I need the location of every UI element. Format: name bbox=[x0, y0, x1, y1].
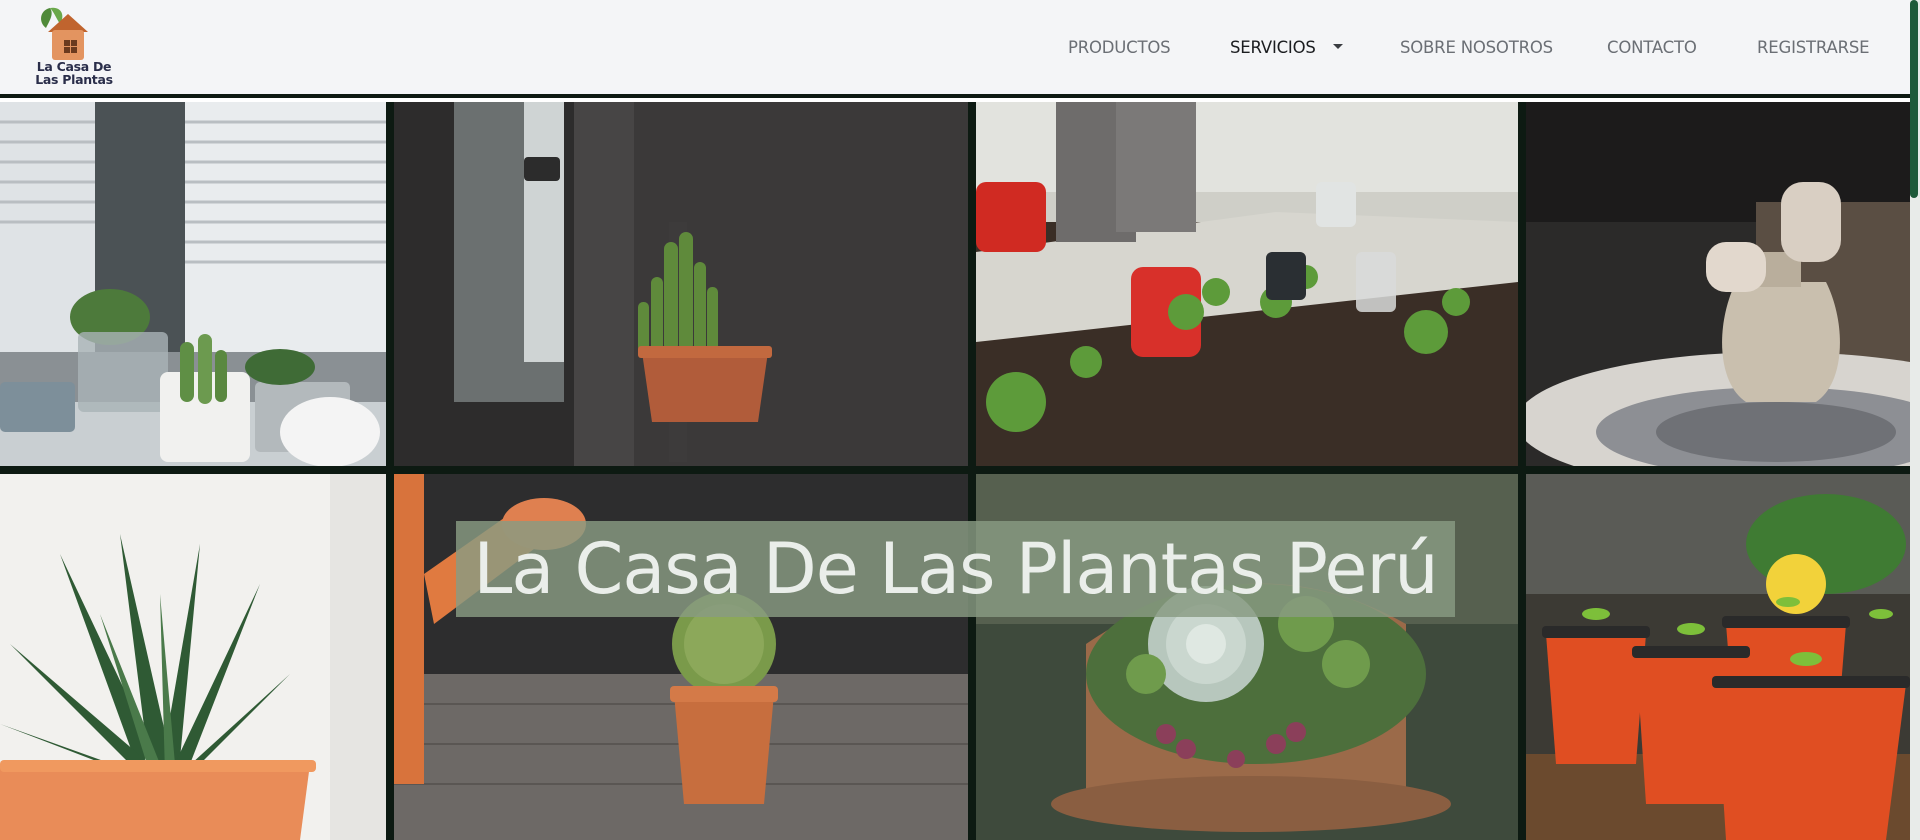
aloe-plant-pot-photo bbox=[0, 474, 386, 840]
scrollbar-thumb[interactable] bbox=[1910, 0, 1918, 198]
house-leaf-icon bbox=[41, 7, 88, 60]
logo-wordmark: La Casa De Las Plantas bbox=[32, 60, 116, 86]
site-header: La Casa De Las Plantas PRODUCTOS SERVICI… bbox=[0, 0, 1910, 98]
seedling-red-pots-photo bbox=[1526, 474, 1910, 840]
gardening-gloves-planting-photo bbox=[976, 102, 1518, 466]
hero-banner: La Casa De Las Plantas Perú bbox=[456, 521, 1455, 617]
nav-item-contacto[interactable]: CONTACTO bbox=[1607, 38, 1697, 57]
hero-title: La Casa De Las Plantas Perú bbox=[473, 528, 1438, 610]
nav-item-productos[interactable]: PRODUCTOS bbox=[1068, 38, 1171, 57]
windowsill-succulents-photo bbox=[0, 102, 386, 466]
logo-line-2: Las Plantas bbox=[35, 72, 113, 87]
nav-item-sobre-nosotros[interactable]: SOBRE NOSOTROS bbox=[1400, 38, 1553, 57]
nav-item-registrarse[interactable]: REGISTRARSE bbox=[1757, 38, 1870, 57]
brand-logo[interactable]: La Casa De Las Plantas bbox=[32, 4, 116, 88]
nav-item-servicios[interactable]: SERVICIOS bbox=[1230, 38, 1343, 57]
chevron-down-icon bbox=[1332, 44, 1343, 49]
nav-item-label: SERVICIOS bbox=[1230, 38, 1316, 57]
potted-cactus-by-window-photo bbox=[394, 102, 968, 466]
page-scrollbar[interactable] bbox=[1910, 0, 1920, 840]
photo-gallery: La Casa De Las Plantas Perú bbox=[0, 102, 1910, 840]
pottery-wheel-vase-photo bbox=[1526, 102, 1910, 466]
